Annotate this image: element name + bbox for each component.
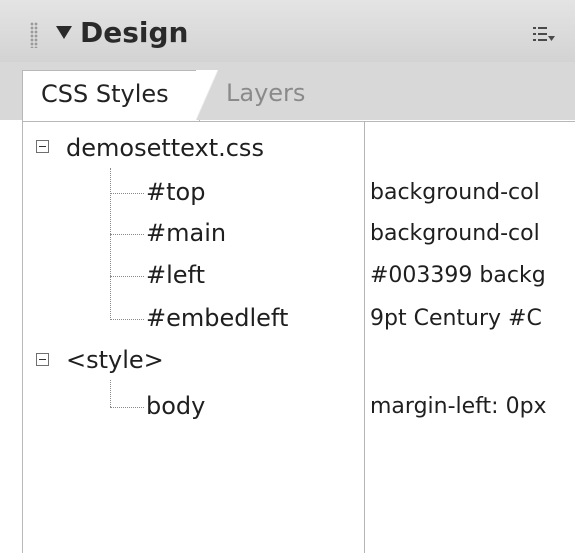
- rule-value[interactable]: background-col: [370, 221, 570, 246]
- rule-value[interactable]: background-col: [370, 180, 570, 205]
- tree-connector: [110, 380, 111, 407]
- rule-selector[interactable]: #left: [146, 261, 205, 289]
- drag-grip-icon[interactable]: [30, 22, 38, 48]
- list-options-icon[interactable]: [533, 26, 555, 44]
- rule-selector[interactable]: #main: [146, 219, 226, 247]
- column-divider[interactable]: [364, 121, 365, 553]
- tree-connector: [110, 319, 144, 320]
- stylesheet-node[interactable]: demosettext.css: [66, 134, 264, 162]
- tree-connector: [110, 407, 144, 408]
- rule-selector[interactable]: #top: [146, 178, 205, 206]
- tab-layers[interactable]: Layers: [226, 79, 305, 107]
- collapse-toggle-icon[interactable]: [36, 140, 49, 153]
- panel-title-bar[interactable]: Design: [0, 0, 575, 63]
- style-block-node[interactable]: <style>: [66, 346, 164, 374]
- panel-title[interactable]: Design: [80, 16, 188, 49]
- rule-value[interactable]: 9pt Century #C: [370, 306, 570, 331]
- tree-connector: [110, 276, 144, 277]
- rule-selector[interactable]: #embedleft: [146, 304, 288, 332]
- rule-value[interactable]: #003399 backg: [370, 263, 570, 288]
- tab-edge: [196, 70, 218, 120]
- triangle-down-icon[interactable]: [56, 26, 72, 39]
- tree-connector: [110, 168, 111, 320]
- tree-connector: [110, 234, 144, 235]
- collapse-toggle-icon[interactable]: [36, 353, 49, 366]
- tab-css-styles-label: CSS Styles: [41, 80, 169, 108]
- rule-selector[interactable]: body: [146, 392, 205, 420]
- tab-css-styles[interactable]: CSS Styles: [22, 70, 200, 122]
- rule-value[interactable]: margin-left: 0px: [370, 394, 570, 419]
- tree-connector: [110, 193, 144, 194]
- design-panel: Design CSS Styles Layers demosettext.css…: [0, 0, 575, 553]
